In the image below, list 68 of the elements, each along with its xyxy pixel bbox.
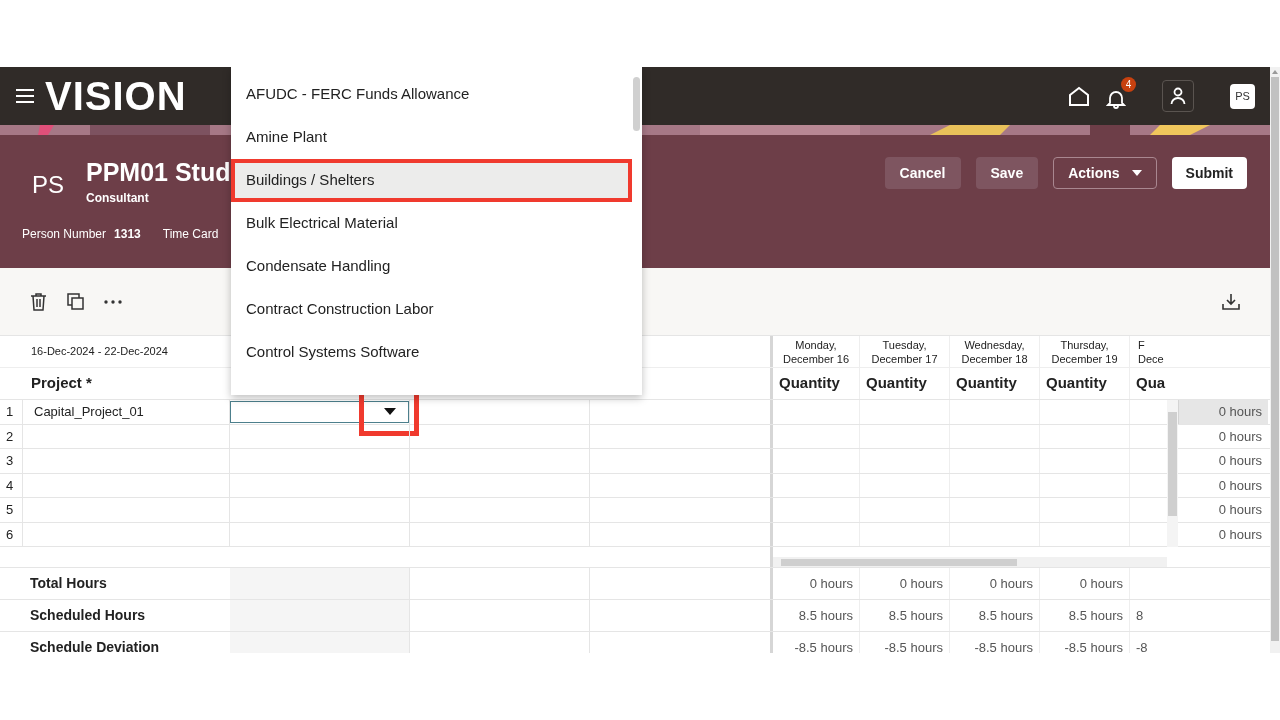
total-value: 0 hours (809, 574, 853, 593)
logo: VISION (45, 76, 187, 116)
person-role: Consultant (86, 190, 150, 207)
scrollbar-thumb[interactable] (781, 558, 1017, 566)
row-number: 3 (6, 452, 14, 470)
action-button[interactable]: Cancel (884, 157, 961, 189)
row-label: Schedule Deviation (30, 638, 160, 653)
caret-icon (1131, 170, 1142, 176)
total-value: -8.5 hours (794, 638, 853, 653)
field-label: Time Card (162, 226, 219, 243)
field-value: 1313 (114, 226, 141, 243)
home-icon[interactable] (1068, 86, 1090, 106)
column-header: Quantity (956, 373, 1017, 394)
row-number: 5 (6, 501, 14, 519)
delete-icon[interactable] (30, 292, 47, 311)
column-header: Qua (1136, 373, 1166, 394)
row-number: 2 (6, 427, 14, 446)
total-value: -8.5 hours (974, 638, 1033, 653)
total-value: 8.5 hours (798, 606, 853, 625)
more-icon[interactable] (104, 299, 122, 304)
column-header: Quantity (779, 373, 840, 394)
dropdown-field[interactable] (230, 400, 409, 423)
total-value: 0 hours (989, 574, 1033, 593)
total-value: 8.5 hours (1068, 606, 1123, 625)
day-label: Monday, December 16 (782, 337, 849, 366)
total-value: 0 hours (899, 574, 943, 593)
scrollbar-thumb[interactable] (1168, 412, 1177, 516)
column-header: Quantity (866, 373, 927, 394)
duplicate-icon[interactable] (67, 293, 84, 310)
day-label: Tuesday, December 17 (871, 337, 938, 366)
day-label: F Dece (1138, 337, 1164, 366)
row-number: 6 (6, 525, 14, 544)
total-value: -8 (1136, 638, 1148, 653)
user-icon (1170, 87, 1186, 105)
caret-icon (384, 408, 396, 416)
dropdown-scrollbar-thumb[interactable] (633, 77, 640, 131)
day-label: Wednesday, December 18 (961, 337, 1028, 366)
total-value: 0 hours (1079, 574, 1123, 593)
action-button[interactable]: Save (975, 157, 1039, 189)
period-label: 16-Dec-2024 - 22-Dec-2024 (31, 344, 168, 360)
column-header: Project * (31, 373, 92, 394)
day-label: Thursday, December 19 (1051, 337, 1118, 366)
row-label: Total Hours (30, 574, 107, 593)
total-value: 8 (1136, 606, 1144, 625)
field-label: Person Number (22, 226, 107, 243)
user-button[interactable] (1162, 80, 1194, 112)
notification-badge: 4 (1121, 77, 1136, 92)
person-name: PPM01 Stud (86, 157, 231, 187)
total-hours-cell[interactable]: 0 hours (1178, 400, 1268, 424)
row-number: 1 (6, 403, 14, 421)
avatar-initials: PS (32, 170, 65, 200)
menu-icon[interactable] (15, 88, 35, 104)
bell-icon[interactable] (1106, 89, 1126, 109)
download-icon[interactable] (1222, 293, 1240, 310)
submit-button[interactable]: Submit (1171, 157, 1247, 189)
scrollbar-thumb[interactable] (1271, 77, 1279, 641)
menu-button[interactable]: Actions (1053, 157, 1157, 189)
user-avatar[interactable]: PS (1230, 83, 1255, 109)
total-value: 8.5 hours (888, 606, 943, 625)
dropdown-option[interactable]: Buildings / Shelters (231, 159, 632, 202)
total-value: -8.5 hours (1064, 638, 1123, 653)
total-value: 8.5 hours (978, 606, 1033, 625)
table-cell-text: Capital_Project_01 (34, 403, 144, 421)
button-label: Actions (1068, 163, 1120, 183)
total-value: -8.5 hours (884, 638, 943, 653)
row-number: 4 (6, 476, 14, 495)
column-header: Quantity (1046, 373, 1107, 394)
row-label: Scheduled Hours (30, 606, 146, 625)
